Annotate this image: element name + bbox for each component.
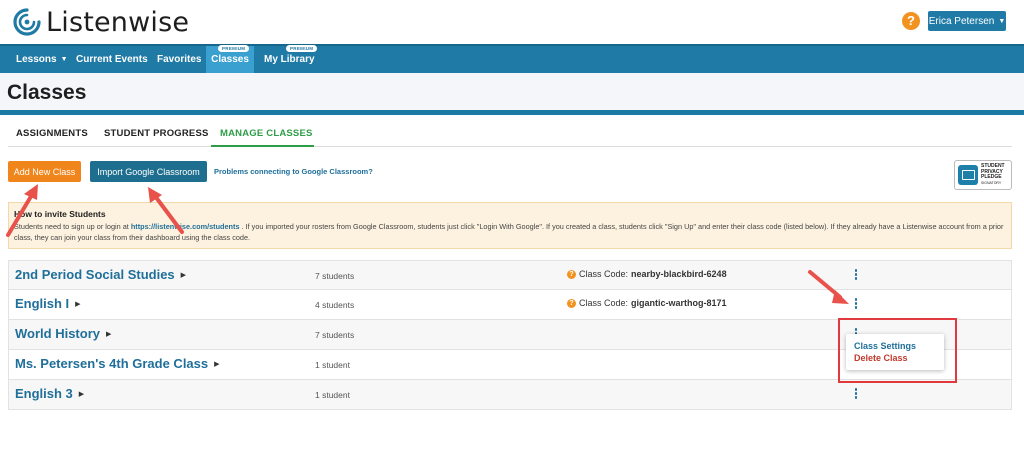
premium-badge: PREMIUM bbox=[218, 45, 250, 52]
import-google-classroom-button[interactable]: Import Google Classroom bbox=[90, 161, 207, 182]
caret-right-icon: ▶ bbox=[78, 391, 85, 398]
user-name: Erica Petersen bbox=[928, 15, 995, 27]
class-row: 2nd Period Social Studies ▶ 7 students ? … bbox=[8, 260, 1012, 290]
question-circle-icon[interactable]: ? bbox=[567, 298, 576, 308]
class-settings-menu-item[interactable]: Class Settings bbox=[854, 341, 916, 351]
question-circle-icon[interactable]: ? bbox=[567, 269, 576, 279]
premium-badge: PREMIUM bbox=[286, 45, 318, 52]
listenwise-logo-icon bbox=[13, 8, 41, 36]
top-header: Listenwise ? Erica Petersen ▼ bbox=[0, 0, 1024, 44]
caret-right-icon: ▶ bbox=[106, 331, 112, 338]
user-menu-button[interactable]: Erica Petersen ▼ bbox=[928, 11, 1006, 31]
page-title-band: Classes bbox=[0, 73, 1024, 113]
logo-text: Listenwise bbox=[46, 6, 190, 38]
student-count: 4 students bbox=[315, 300, 355, 310]
nav-favorites[interactable]: Favorites bbox=[157, 46, 201, 73]
caret-right-icon: ▶ bbox=[75, 301, 81, 308]
tab-manage-classes[interactable]: MANAGE CLASSES bbox=[220, 128, 313, 139]
invite-students-banner: How to invite Students Students need to … bbox=[8, 202, 1012, 249]
caret-right-icon: ▶ bbox=[214, 361, 220, 368]
tabs-divider bbox=[8, 146, 1012, 147]
student-count: 7 students bbox=[315, 271, 355, 281]
banner-text: Students need to sign up or login at htt… bbox=[14, 222, 1004, 242]
nav-current-events[interactable]: Current Events bbox=[76, 46, 148, 73]
class-name-link[interactable]: Ms. Petersen's 4th Grade Class ▶ bbox=[15, 356, 220, 371]
class-row-dropdown-menu: Class Settings Delete Class bbox=[846, 334, 944, 370]
student-count: 7 students bbox=[315, 330, 355, 340]
class-row: English 3 ▶ 1 student bbox=[8, 380, 1012, 410]
tab-student-progress[interactable]: STUDENT PROGRESS bbox=[104, 128, 209, 139]
add-new-class-button[interactable]: Add New Class bbox=[8, 161, 81, 182]
row-menu-kebab-icon[interactable] bbox=[853, 298, 859, 310]
active-tab-indicator bbox=[211, 145, 314, 147]
caret-right-icon: ▶ bbox=[180, 272, 187, 279]
class-name-link[interactable]: World History ▶ bbox=[15, 326, 111, 341]
student-count: 1 student bbox=[315, 390, 350, 400]
student-privacy-pledge-badge[interactable]: STUDENT PRIVACY PLEDGE SIGNATORY bbox=[954, 160, 1012, 190]
listenwise-logo[interactable]: Listenwise bbox=[12, 6, 189, 38]
banner-title: How to invite Students bbox=[14, 209, 106, 219]
student-count: 1 student bbox=[315, 360, 350, 370]
tab-assignments[interactable]: ASSIGNMENTS bbox=[16, 128, 88, 139]
nav-classes[interactable]: PREMIUM Classes bbox=[206, 45, 254, 73]
class-name-link[interactable]: English I ▶ bbox=[15, 296, 81, 311]
students-url-link[interactable]: https://listenwise.com/students bbox=[131, 222, 240, 231]
class-row: English I ▶ 4 students ? Class Code: giga… bbox=[8, 290, 1012, 320]
title-divider bbox=[0, 110, 1024, 115]
delete-class-menu-item[interactable]: Delete Class bbox=[854, 353, 908, 363]
class-name-link[interactable]: English 3 ▶ bbox=[15, 386, 84, 401]
caret-down-icon: ▼ bbox=[998, 17, 1006, 25]
class-code: ? Class Code: gigantic-warthog-8171 bbox=[567, 298, 727, 308]
nav-my-library[interactable]: PREMIUM My Library bbox=[264, 45, 318, 73]
class-name-link[interactable]: 2nd Period Social Studies ▶ bbox=[15, 267, 186, 282]
question-circle-icon[interactable]: ? bbox=[902, 12, 920, 30]
laptop-icon bbox=[958, 165, 978, 185]
main-nav: Lessons ▼ Current Events Favorites PREMI… bbox=[0, 44, 1024, 73]
page-title: Classes bbox=[7, 81, 87, 104]
nav-lessons[interactable]: Lessons ▼ bbox=[16, 46, 68, 73]
class-code: ? Class Code: nearby-blackbird-6248 bbox=[567, 269, 727, 279]
row-menu-kebab-icon[interactable] bbox=[853, 269, 859, 281]
caret-down-icon: ▼ bbox=[60, 56, 68, 63]
google-classroom-help-link[interactable]: Problems connecting to Google Classroom? bbox=[214, 167, 373, 176]
row-menu-kebab-icon[interactable] bbox=[853, 388, 859, 400]
